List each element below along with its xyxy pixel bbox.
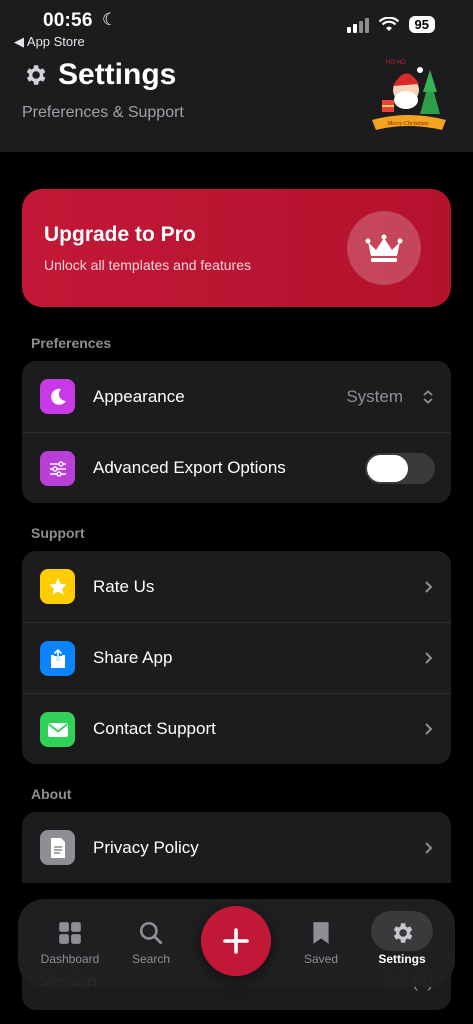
chevron-right-icon [425,841,433,854]
sticker-text: Merry Christmas [386,121,429,127]
share-app-label: Share App [93,648,173,667]
status-indicators: 95 [346,16,435,33]
document-icon [40,830,75,865]
chevron-right-icon [425,580,433,593]
tab-settings-label: Settings [378,952,426,966]
envelope-icon [40,712,75,747]
privacy-policy-label: Privacy Policy [93,837,199,857]
christmas-santa-sticker: HO HO Merry Christmas [372,60,446,130]
tab-dashboard-label: Dashboard [40,952,100,966]
preferences-group: Appearance System Advanced Export Option… [22,361,451,503]
pro-title: Upgrade to Pro [44,223,196,246]
sliders-icon [40,451,75,486]
section-label-about: About [31,786,72,802]
add-button[interactable] [201,906,271,976]
appearance-row[interactable]: Appearance System [22,361,451,432]
status-time: 00:56 [43,10,93,31]
advanced-export-row: Advanced Export Options [22,432,451,503]
privacy-policy-row[interactable]: Privacy Policy [22,812,451,883]
sticker-ho-text: HO HO [386,60,406,66]
page-subtitle: Preferences & Support [22,104,184,121]
support-group: Rate Us Share App Contact Support [22,551,451,764]
advanced-export-label: Advanced Export Options [93,458,286,477]
wifi-icon [378,16,399,31]
battery-indicator: 95 [408,16,435,33]
tab-settings[interactable]: Settings [371,899,433,987]
tab-saved[interactable]: Saved [294,899,348,987]
grid-icon [59,922,81,944]
moon-icon: ☾ [102,10,118,29]
tab-search[interactable]: Search [124,899,178,987]
rate-us-label: Rate Us [93,576,155,596]
tab-search-label: Search [131,952,171,966]
title-row: Settings [22,58,176,92]
tab-saved-label: Saved [303,952,339,966]
star-icon [40,569,75,604]
share-icon [40,641,75,676]
bookmark-icon [313,922,329,944]
plus-icon [223,928,249,954]
search-icon [139,921,163,945]
page-title: Settings [58,58,177,91]
gear-icon [26,65,46,85]
appearance-label: Appearance [93,386,185,406]
gear-icon [393,923,413,943]
section-label-support: Support [31,525,85,541]
share-app-row[interactable]: Share App [22,622,451,693]
crown-icon [347,211,421,285]
header: 00:56 ☾ ◀ App Store 95 Settings Preferen… [0,0,473,152]
pro-subtitle: Unlock all templates and features [44,257,251,273]
moon-icon [40,379,75,414]
chevron-right-icon [425,652,433,664]
contact-support-row[interactable]: Contact Support [22,693,451,764]
appearance-value: System [346,386,403,406]
contact-support-label: Contact Support [93,719,216,738]
back-to-app-store-link[interactable]: ◀ App Store [14,34,85,50]
section-label-preferences: Preferences [31,335,112,351]
tab-dashboard[interactable]: Dashboard [34,899,106,987]
about-group: Privacy Policy [22,812,451,883]
chevron-up-down-icon [423,389,433,404]
cellular-signal-icon [346,17,369,33]
advanced-export-toggle[interactable] [365,453,435,484]
rate-us-row[interactable]: Rate Us [22,551,451,622]
chevron-right-icon [425,723,433,735]
upgrade-pro-banner[interactable]: Upgrade to Pro Unlock all templates and … [22,189,451,307]
toggle-knob [367,455,408,482]
